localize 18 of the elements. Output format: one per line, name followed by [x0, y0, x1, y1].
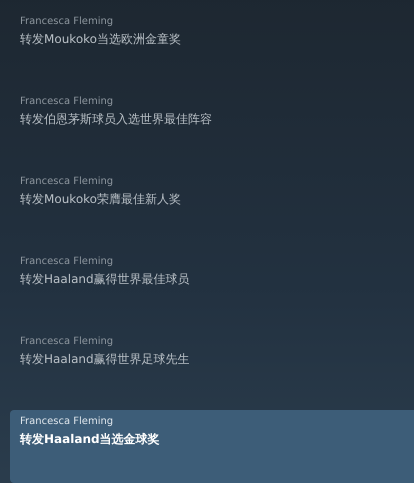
post-title: 转发Moukoko荣膺最佳新人奖	[20, 191, 182, 208]
feed-item[interactable]: Francesca Fleming 转发Moukoko当选欧洲金童奖	[10, 10, 414, 80]
author-name: Francesca Fleming	[20, 16, 114, 27]
author-name: Francesca Fleming	[20, 176, 114, 187]
author-name: Francesca Fleming	[20, 336, 114, 347]
feed-item[interactable]: Francesca Fleming 转发Haaland当选金球奖	[10, 410, 414, 483]
feed-item[interactable]: Francesca Fleming 转发Moukoko荣膺最佳新人奖	[10, 170, 414, 240]
author-name: Francesca Fleming	[20, 256, 114, 267]
feed-item[interactable]: Francesca Fleming 转发Haaland赢得世界最佳球员	[10, 250, 414, 320]
post-title: 转发Moukoko当选欧洲金童奖	[20, 31, 182, 48]
feed-item[interactable]: Francesca Fleming 转发Haaland赢得世界足球先生	[10, 330, 414, 400]
author-name: Francesca Fleming	[20, 96, 114, 107]
post-title: 转发Haaland赢得世界足球先生	[20, 351, 191, 368]
post-title: 转发Haaland当选金球奖	[20, 431, 161, 448]
author-name: Francesca Fleming	[20, 416, 114, 427]
post-title: 转发Haaland赢得世界最佳球员	[20, 271, 191, 288]
feed-item[interactable]: Francesca Fleming 转发伯恩茅斯球员入选世界最佳阵容	[10, 90, 414, 160]
post-title: 转发伯恩茅斯球员入选世界最佳阵容	[20, 111, 213, 128]
